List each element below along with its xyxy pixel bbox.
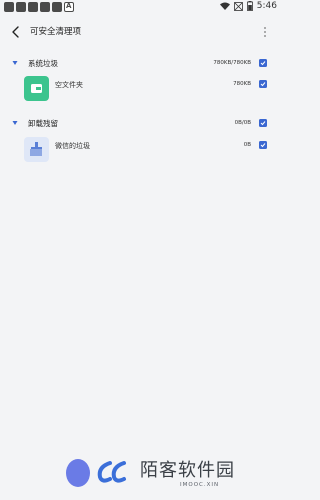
watermark-subtitle: IMOOC.XIN [180,482,220,488]
app-bar: 可安全清理项 [0,18,281,46]
item-label: 空文件夹 [55,81,83,89]
floating-button[interactable] [66,459,90,487]
watermark: 陌客软件园 IMOOC.XIN [66,456,281,500]
item-size: 780KB [233,81,251,87]
status-bar: 5:46 [0,0,281,15]
clock: 5:46 [256,1,277,11]
item-checkbox[interactable] [259,80,267,88]
group-header-system-junk[interactable]: 系统垃圾 780KB/780KB [0,55,281,71]
back-arrow-icon[interactable] [10,25,22,39]
item-label: 微信的垃圾 [55,142,90,150]
list-item-empty-folder[interactable]: 空文件夹 780KB [0,74,281,104]
signal-icon [233,1,243,11]
watermark-title: 陌客软件园 [140,460,235,481]
group-size: 0B/0B [234,120,251,126]
wifi-icon [219,2,230,10]
caret-down-icon[interactable] [12,120,18,126]
folder-icon [24,76,49,101]
broom-icon [24,137,49,162]
check-icon [260,143,266,148]
group-label: 卸载残留 [28,119,58,128]
group-checkbox[interactable] [259,59,267,67]
notification-icon [4,2,14,12]
item-checkbox[interactable] [259,141,267,149]
list-item-wechat-junk[interactable]: 微信的垃圾 0B [0,135,281,165]
page-title: 可安全清理项 [30,27,82,37]
notification-icon [52,2,62,12]
notification-icon [28,2,38,12]
app-notification-icon [64,2,74,12]
more-options-icon[interactable] [263,25,267,39]
watermark-logo-icon [97,461,126,483]
caret-down-icon[interactable] [12,60,18,66]
check-icon [260,82,266,87]
notification-icons [4,2,74,12]
item-size: 0B [243,142,251,148]
notification-icon [16,2,26,12]
group-size: 780KB/780KB [213,60,251,66]
group-label: 系统垃圾 [28,59,58,68]
status-right: 5:46 [219,1,277,11]
group-checkbox[interactable] [259,119,267,127]
group-header-uninstall-residue[interactable]: 卸载残留 0B/0B [0,115,281,131]
check-icon [260,121,266,126]
notification-icon [40,2,50,12]
battery-icon [246,1,253,11]
check-icon [260,61,266,66]
